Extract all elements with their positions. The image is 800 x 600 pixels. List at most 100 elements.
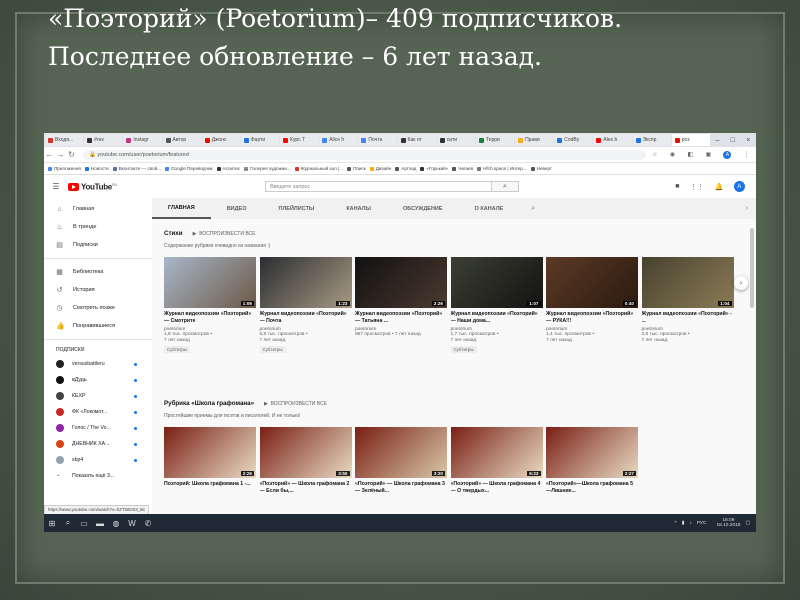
browser-tab[interactable]: сити bbox=[436, 134, 475, 146]
shelf-next-arrow-icon[interactable]: › bbox=[734, 276, 748, 290]
taskbar-search-icon[interactable]: ⌕ bbox=[60, 518, 76, 528]
show-more-button[interactable]: ⌄ Показать ещё 3... bbox=[44, 468, 152, 484]
search-input[interactable]: Введите запрос bbox=[266, 184, 491, 190]
bookmark-item[interactable]: Приложения bbox=[48, 166, 81, 171]
maximize-icon[interactable]: □ bbox=[731, 137, 735, 144]
sidebar-item[interactable]: ♨ В тренде bbox=[44, 218, 152, 236]
video-title[interactable]: «Поэторий» — Школа графомана 4 — О тверд… bbox=[451, 481, 543, 494]
video-thumbnail[interactable]: 3:20 bbox=[355, 427, 447, 478]
youtube-logo[interactable]: YouTubeRU bbox=[68, 182, 152, 191]
bookmark-item[interactable]: Дизайн bbox=[369, 166, 391, 171]
browser-tab[interactable]: Почта bbox=[358, 134, 397, 146]
tray-arrow-icon[interactable]: ^ bbox=[675, 521, 677, 526]
subscription-item[interactable]: вДудь bbox=[44, 372, 152, 388]
subscription-item[interactable]: Голос / The Vo... bbox=[44, 420, 152, 436]
bookmark-item[interactable]: Новости bbox=[84, 166, 109, 171]
channel-tab[interactable]: О КАНАЛЕ bbox=[459, 198, 520, 219]
video-card[interactable]: 6:23 «Поэторий» — Школа графомана 4 — О т… bbox=[450, 427, 543, 494]
subscription-item[interactable]: ФК «Локомот... bbox=[44, 404, 152, 420]
video-thumbnail[interactable]: 1:04 bbox=[641, 257, 734, 308]
video-title[interactable]: Журнал видеопоэзии «Поэторий» — РУКА!!! bbox=[546, 311, 638, 324]
clock[interactable]: 16:09 18.10.2018 bbox=[711, 518, 740, 529]
video-card[interactable]: 1:04 Журнал видеопоэзии «Поэторий» - ... p… bbox=[641, 257, 734, 344]
menu-icon[interactable]: ⋮ bbox=[744, 151, 750, 159]
profile-avatar[interactable]: А bbox=[723, 150, 732, 159]
browser-tab[interactable]: Экспр bbox=[632, 134, 671, 146]
chrome-icon[interactable]: ◍ bbox=[108, 519, 124, 528]
video-card[interactable]: 3:20 «Поэторий» — Школа графомана 3 — Зел… bbox=[355, 427, 447, 494]
sidebar-item[interactable]: ↺ История bbox=[44, 281, 152, 299]
file-explorer-icon[interactable]: ▬ bbox=[92, 519, 108, 528]
video-thumbnail[interactable]: 1:23 bbox=[259, 257, 352, 308]
sidebar-item[interactable]: 👍 Понравившиеся bbox=[44, 317, 152, 335]
channel-tab[interactable]: ГЛАВНАЯ bbox=[152, 198, 211, 219]
video-card[interactable]: 2:27 «Поэторий»—Школа графомана 5—Лишние.… bbox=[546, 427, 638, 494]
reload-icon[interactable]: ↻ bbox=[66, 150, 77, 159]
channel-search-icon[interactable]: ⌕ bbox=[519, 205, 535, 213]
video-title[interactable]: Журнал видеопоэзии «Поэторий» — Наши дом… bbox=[451, 311, 543, 324]
video-thumbnail[interactable]: 6:23 bbox=[450, 427, 543, 478]
bookmark-item[interactable]: Чигаев bbox=[452, 166, 473, 171]
browser-tab[interactable]: Instagr bbox=[123, 134, 162, 146]
video-thumbnail[interactable]: 0:40 bbox=[546, 257, 638, 308]
forward-icon[interactable]: → bbox=[55, 150, 66, 159]
extension-icon[interactable]: ◉ bbox=[670, 151, 675, 159]
video-card[interactable]: 1:06 Журнал видеопоэзии «Поэторий» — Смот… bbox=[164, 257, 256, 353]
browser-tab[interactable]: Как от bbox=[397, 134, 436, 146]
channel-tab[interactable]: КАНАЛЫ bbox=[330, 198, 387, 219]
video-title[interactable]: Журнал видеопоэзии «Поэторий» — Почта bbox=[260, 311, 352, 324]
browser-tab[interactable]: Alex b bbox=[593, 134, 632, 146]
bookmark-item[interactable]: Нfch.space | Интер... bbox=[477, 166, 527, 171]
account-avatar[interactable]: А bbox=[733, 181, 745, 192]
bookmark-item[interactable]: Поиск bbox=[347, 166, 366, 171]
subscription-item[interactable]: sbp4 bbox=[44, 452, 152, 468]
viber-icon[interactable]: ✆ bbox=[140, 519, 156, 528]
video-card[interactable]: 1:23 Журнал видеопоэзии «Поэторий» — Почт… bbox=[259, 257, 352, 353]
browser-tab[interactable]: CodBy bbox=[554, 134, 593, 146]
notifications-bell-icon[interactable]: 🔔 bbox=[714, 183, 723, 191]
task-view-icon[interactable]: ▭ bbox=[76, 519, 92, 528]
chevron-right-icon[interactable]: › bbox=[746, 205, 756, 212]
play-all-button[interactable]: ▶ ВОСПРОИЗВЕСТИ ВСЕ bbox=[264, 401, 327, 407]
bookmark-item[interactable]: Неверт bbox=[530, 166, 552, 171]
video-thumbnail[interactable]: 2:26 bbox=[164, 427, 256, 478]
upload-video-icon[interactable]: ■ bbox=[675, 183, 679, 190]
browser-tab[interactable]: Автор bbox=[162, 134, 201, 146]
minimize-icon[interactable]: – bbox=[716, 137, 720, 144]
browser-tab[interactable]: Входя... bbox=[45, 134, 84, 146]
channel-tab[interactable]: ВИДЕО bbox=[211, 198, 263, 219]
play-all-button[interactable]: ▶ ВОСПРОИЗВЕСТИ ВСЕ bbox=[193, 231, 256, 237]
bookmark-item[interactable]: Google Переводчик bbox=[164, 166, 213, 171]
windows-start-icon[interactable]: ⊞ bbox=[44, 519, 60, 528]
channel-tab[interactable]: ОБСУЖДЕНИЕ bbox=[387, 198, 459, 219]
close-icon[interactable]: × bbox=[746, 137, 750, 144]
subscription-item[interactable]: versusbattleru bbox=[44, 356, 152, 372]
video-thumbnail[interactable]: 2:27 bbox=[546, 427, 638, 478]
channel-tab[interactable]: ПЛЕЙЛИСТЫ bbox=[262, 198, 330, 219]
video-thumbnail[interactable]: 1:07 bbox=[450, 257, 543, 308]
url-input[interactable]: 🔒 youtube.com/user/poetorium/featured bbox=[83, 149, 646, 160]
bookmark-item[interactable]: Журнальный зал |... bbox=[294, 166, 343, 171]
video-card[interactable]: 2:26 Журнал видеопоэзии «Поэторий» — Тать… bbox=[355, 257, 447, 338]
bookmark-item[interactable]: Вконтакте — свой... bbox=[112, 166, 161, 171]
browser-tab[interactable]: роз bbox=[671, 134, 710, 146]
video-card[interactable]: 0:40 Журнал видеопоэзии «Поэторий» — РУКА… bbox=[546, 257, 638, 344]
video-title[interactable]: «Поэторий» — Школа графомана 3 — Зелёный… bbox=[355, 481, 447, 494]
video-thumbnail[interactable]: 3:50 bbox=[259, 427, 352, 478]
browser-tab[interactable]: Курс Т bbox=[280, 134, 319, 146]
video-title[interactable]: «Поэторий»—Школа графомана 5—Лишние... bbox=[546, 481, 638, 494]
volume-icon[interactable]: ♪ bbox=[689, 521, 691, 526]
language-indicator[interactable]: РУС bbox=[697, 521, 707, 526]
bookmark-item[interactable]: «Горький» bbox=[420, 166, 448, 171]
bookmark-item[interactable]: Асоитис bbox=[216, 166, 240, 171]
sidebar-item[interactable]: ▦ Библиотека bbox=[44, 263, 152, 281]
video-card[interactable]: 3:50 «Поэторий» — Школа графомана 2 — Есл… bbox=[259, 427, 352, 494]
notifications-icon[interactable]: ▢ bbox=[745, 521, 750, 526]
video-thumbnail[interactable]: 2:26 bbox=[355, 257, 447, 308]
browser-tab[interactable]: Alice h bbox=[319, 134, 358, 146]
extension-icon[interactable]: ◧ bbox=[687, 151, 693, 159]
word-icon[interactable]: W bbox=[124, 519, 140, 528]
hamburger-menu-icon[interactable]: ☰ bbox=[44, 182, 68, 191]
video-thumbnail[interactable]: 1:06 bbox=[164, 257, 256, 308]
sidebar-item[interactable]: ⌂ Главная bbox=[44, 200, 152, 218]
